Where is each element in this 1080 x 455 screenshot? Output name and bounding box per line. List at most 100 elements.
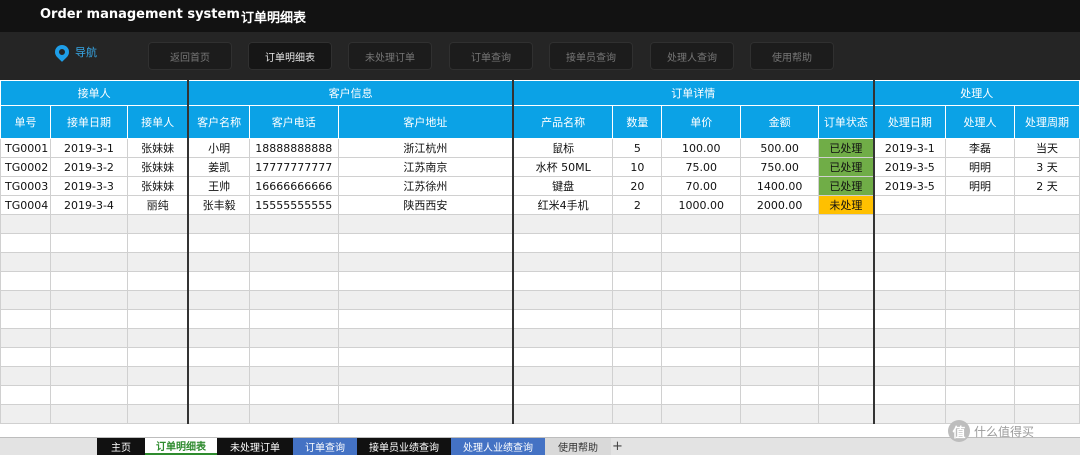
table-cell[interactable] — [661, 309, 742, 329]
table-cell[interactable]: 2 — [612, 195, 663, 215]
table-cell[interactable]: 丽纯 — [126, 195, 189, 215]
table-cell[interactable] — [187, 214, 250, 234]
table-cell[interactable]: 2019-3-1 — [872, 138, 947, 158]
table-cell[interactable] — [1013, 271, 1080, 291]
table-cell[interactable]: 70.00 — [661, 176, 742, 196]
table-cell[interactable] — [612, 271, 663, 291]
table-cell[interactable]: 键盘 — [511, 176, 614, 196]
table-cell[interactable] — [945, 214, 1015, 234]
table-cell[interactable] — [740, 309, 820, 329]
table-cell[interactable] — [740, 290, 820, 310]
table-cell[interactable] — [511, 233, 614, 253]
table-cell[interactable] — [0, 385, 51, 405]
table-cell[interactable] — [337, 252, 514, 272]
sheet-tab-order-detail[interactable]: 订单明细表 — [145, 438, 217, 455]
table-cell[interactable] — [126, 309, 189, 329]
table-cell[interactable]: 姜凯 — [187, 157, 250, 177]
table-cell[interactable]: 3 天 — [1013, 157, 1080, 177]
table-cell[interactable] — [49, 366, 128, 386]
nav-order-query-button[interactable]: 订单查询 — [449, 42, 533, 70]
table-cell[interactable] — [818, 214, 875, 234]
table-cell[interactable] — [872, 290, 947, 310]
table-cell[interactable] — [1013, 309, 1080, 329]
table-cell[interactable] — [0, 271, 51, 291]
nav-taker-query-button[interactable]: 接单员查询 — [549, 42, 633, 70]
table-cell[interactable] — [0, 347, 51, 367]
table-cell[interactable] — [818, 328, 875, 348]
table-cell[interactable] — [126, 347, 189, 367]
table-cell[interactable] — [872, 404, 947, 424]
table-cell[interactable] — [945, 385, 1015, 405]
sheet-tab-help[interactable]: 使用帮助 — [545, 438, 611, 455]
table-cell[interactable] — [126, 252, 189, 272]
table-cell[interactable]: 15555555555 — [248, 195, 339, 215]
table-cell[interactable] — [1013, 195, 1080, 215]
table-cell[interactable] — [337, 309, 514, 329]
table-cell[interactable]: TG0001 — [0, 138, 51, 158]
table-cell[interactable] — [818, 290, 875, 310]
table-cell[interactable] — [818, 271, 875, 291]
table-cell[interactable] — [661, 252, 742, 272]
table-cell[interactable]: TG0004 — [0, 195, 51, 215]
sheet-tab-unprocessed[interactable]: 未处理订单 — [217, 438, 293, 455]
table-cell[interactable] — [1013, 347, 1080, 367]
table-cell[interactable]: 1400.00 — [740, 176, 820, 196]
table-cell[interactable] — [248, 366, 339, 386]
table-cell[interactable] — [49, 214, 128, 234]
table-cell[interactable] — [661, 404, 742, 424]
table-cell[interactable]: 1000.00 — [661, 195, 742, 215]
status-badge[interactable]: 已处理 — [818, 157, 875, 177]
table-cell[interactable] — [872, 309, 947, 329]
table-cell[interactable] — [872, 366, 947, 386]
table-cell[interactable] — [337, 290, 514, 310]
spreadsheet-grid[interactable]: 接单人 客户信息 订单详情 处理人 单号 接单日期 接单人 客户名称 客户电话 客户地址产… — [0, 80, 1080, 437]
table-cell[interactable] — [187, 290, 250, 310]
table-cell[interactable] — [248, 404, 339, 424]
table-cell[interactable] — [740, 252, 820, 272]
table-cell[interactable] — [740, 214, 820, 234]
table-cell[interactable] — [818, 252, 875, 272]
table-cell[interactable] — [49, 385, 128, 405]
table-cell[interactable] — [126, 404, 189, 424]
table-cell[interactable] — [945, 233, 1015, 253]
table-cell[interactable] — [872, 271, 947, 291]
table-cell[interactable]: 18888888888 — [248, 138, 339, 158]
table-cell[interactable] — [187, 252, 250, 272]
table-cell[interactable] — [661, 347, 742, 367]
table-cell[interactable]: 2000.00 — [740, 195, 820, 215]
table-cell[interactable] — [0, 252, 51, 272]
table-cell[interactable] — [818, 385, 875, 405]
table-cell[interactable] — [872, 328, 947, 348]
table-cell[interactable] — [0, 366, 51, 386]
table-cell[interactable] — [1013, 328, 1080, 348]
table-cell[interactable] — [661, 385, 742, 405]
table-cell[interactable] — [872, 252, 947, 272]
table-cell[interactable] — [1013, 252, 1080, 272]
table-cell[interactable]: 江苏徐州 — [337, 176, 514, 196]
table-cell[interactable]: TG0003 — [0, 176, 51, 196]
sheet-tab-home[interactable]: 主页 — [97, 438, 145, 455]
table-cell[interactable]: 10 — [612, 157, 663, 177]
table-cell[interactable] — [49, 252, 128, 272]
table-cell[interactable] — [337, 214, 514, 234]
table-cell[interactable]: 红米4手机 — [511, 195, 614, 215]
table-cell[interactable]: 2 天 — [1013, 176, 1080, 196]
table-cell[interactable] — [872, 385, 947, 405]
table-cell[interactable] — [187, 404, 250, 424]
table-cell[interactable] — [818, 233, 875, 253]
table-cell[interactable] — [0, 309, 51, 329]
table-cell[interactable] — [248, 290, 339, 310]
table-cell[interactable] — [740, 385, 820, 405]
table-cell[interactable] — [248, 309, 339, 329]
table-cell[interactable]: 2019-3-2 — [49, 157, 128, 177]
table-cell[interactable] — [945, 309, 1015, 329]
table-cell[interactable] — [818, 404, 875, 424]
table-cell[interactable]: 浙江杭州 — [337, 138, 514, 158]
status-badge[interactable]: 已处理 — [818, 176, 875, 196]
table-cell[interactable] — [945, 195, 1015, 215]
status-badge[interactable]: 未处理 — [818, 195, 875, 215]
table-cell[interactable] — [1013, 385, 1080, 405]
table-cell[interactable]: 当天 — [1013, 138, 1080, 158]
table-cell[interactable] — [187, 385, 250, 405]
sheet-tab-order-query[interactable]: 订单查询 — [293, 438, 357, 455]
